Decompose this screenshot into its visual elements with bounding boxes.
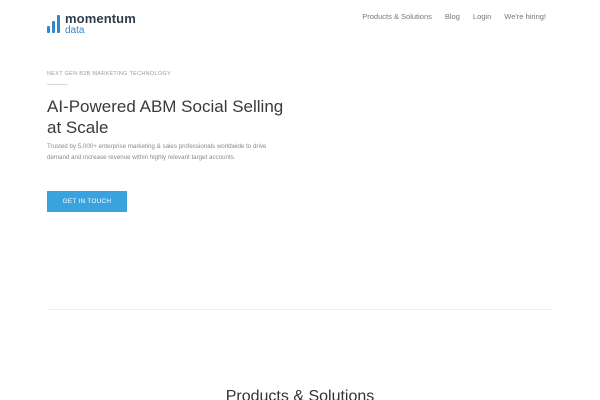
products-section-title: Products & Solutions (225, 388, 375, 400)
hero-eyebrow: NEXT GEN B2B MARKETING TECHNOLOGY (47, 71, 171, 77)
hero-title: AI-Powered ABM Social Selling at Scale (47, 97, 284, 137)
hero-subtitle: Trusted by 5,000+ enterprise marketing &… (47, 143, 267, 161)
logo-word-data: data (65, 25, 85, 36)
nav-link-blog[interactable]: Blog (445, 12, 460, 21)
page: momentum data Products & Solutions Blog … (0, 0, 600, 400)
logo-bar (52, 21, 55, 33)
nav-link-hiring[interactable]: We're hiring! (504, 12, 546, 21)
logo-wordmark: momentum data (65, 12, 136, 36)
eyebrow-divider (47, 84, 68, 85)
logo-bar (57, 15, 60, 33)
brand-logo[interactable]: momentum data (47, 12, 136, 36)
logo-bar (47, 26, 50, 33)
get-in-touch-button[interactable]: GET IN TOUCH (47, 191, 127, 212)
section-divider (47, 309, 552, 310)
nav-link-login[interactable]: Login (473, 12, 491, 21)
logo-word-momentum: momentum (65, 11, 136, 26)
bar-chart-icon (47, 13, 60, 33)
nav-link-products-solutions[interactable]: Products & Solutions (362, 12, 432, 21)
main-nav: Products & Solutions Blog Login We're hi… (362, 12, 546, 21)
